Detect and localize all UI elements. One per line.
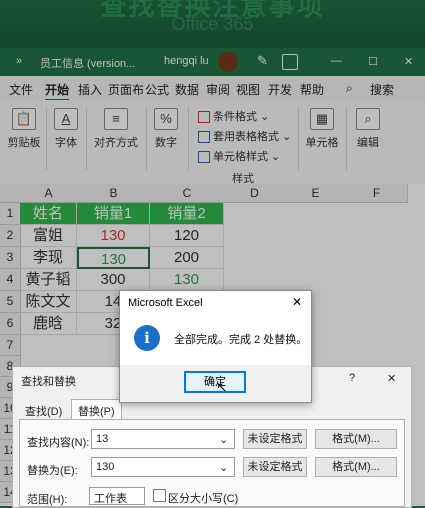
replace-label: 替换为(E): [27, 465, 78, 477]
replace-format-button[interactable]: 格式(M)... [315, 457, 397, 477]
find-label: 查找内容(N): [27, 437, 90, 449]
replace-format-preview: 未设定格式 [243, 457, 307, 477]
message-footer: 确定 ↖ [120, 365, 311, 402]
message-box: Microsoft Excel ✕ i 全部完成。完成 2 处替换。 确定 ↖ [119, 290, 312, 403]
scope-select[interactable]: 工作表 [89, 487, 145, 505]
chevron-down-icon[interactable]: ⌄ [219, 461, 228, 474]
dialog-title: 查找和替换 [21, 376, 76, 388]
tab-find[interactable]: 查找(D) [21, 401, 66, 421]
message-close-button[interactable]: ✕ [292, 295, 302, 309]
message-body: i 全部完成。完成 2 处替换。 [120, 313, 311, 365]
info-icon: i [134, 325, 160, 351]
ok-button[interactable]: 确定 [184, 371, 246, 393]
message-title: Microsoft Excel [128, 297, 203, 309]
mouse-cursor-icon: ↖ [216, 379, 228, 395]
find-input[interactable]: 13 [91, 429, 235, 449]
chevron-down-icon[interactable]: ⌄ [219, 433, 228, 446]
help-button[interactable]: ? [349, 372, 355, 384]
dialog-close-button[interactable]: ✕ [387, 372, 396, 385]
find-format-preview: 未设定格式 [243, 429, 307, 449]
match-case-checkbox[interactable] [153, 489, 166, 502]
match-case-label: 区分大小写(C) [168, 493, 239, 505]
message-title-bar: Microsoft Excel ✕ [120, 291, 311, 313]
message-text: 全部完成。完成 2 处替换。 [174, 334, 308, 346]
replace-input[interactable]: 130 [91, 457, 235, 477]
scope-label: 范围(H): [27, 494, 68, 506]
find-format-button[interactable]: 格式(M)... [315, 429, 397, 449]
